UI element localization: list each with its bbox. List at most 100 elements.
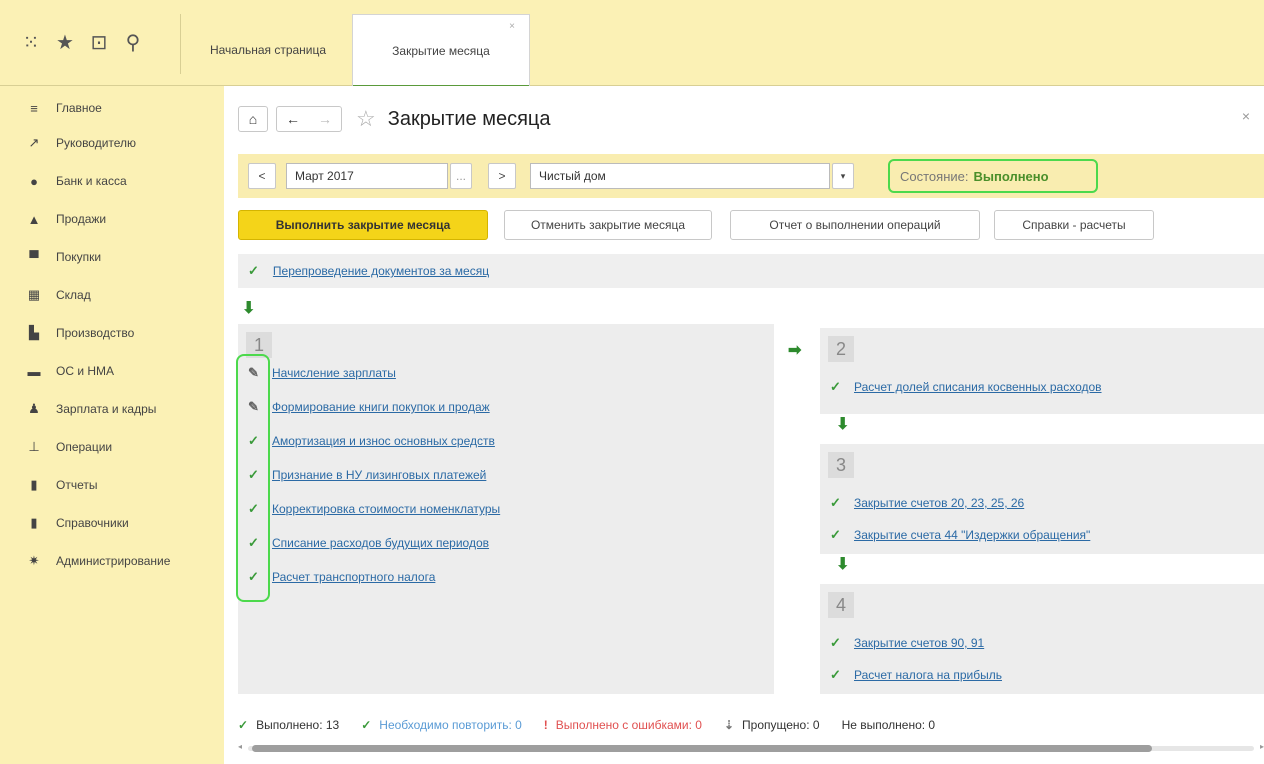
sidebar-item-directories[interactable]: ▮ Справочники: [0, 504, 224, 542]
history-icon[interactable]: ⊡: [82, 30, 116, 55]
check-icon: ✓: [238, 718, 249, 732]
check-icon: ✓: [830, 667, 841, 682]
list-item: ✎ Начисление зарплаты: [248, 362, 396, 384]
operation-link[interactable]: Амортизация и износ основных средств: [272, 434, 495, 448]
page-title: Закрытие месяца: [387, 107, 551, 130]
tab-home[interactable]: Начальная страница: [188, 14, 348, 86]
month-field[interactable]: Март 2017: [286, 163, 448, 189]
coin-icon: ●: [30, 173, 38, 189]
forward-button[interactable]: →: [309, 107, 341, 131]
sidebar-item-label: Операции: [56, 440, 113, 454]
state-label: Состояние:: [900, 168, 969, 184]
arrow-down-icon: ⇣: [723, 718, 735, 732]
factory-icon: ▙: [29, 325, 39, 340]
run-closing-button[interactable]: Выполнить закрытие месяца: [238, 210, 488, 240]
sidebar-item-label: Справочники: [56, 516, 129, 530]
highlight-ring: [236, 354, 270, 602]
search-icon[interactable]: ⚲: [116, 30, 150, 55]
sidebar-item-label: Зарплата и кадры: [56, 402, 157, 416]
sidebar-item-production[interactable]: ▙ Производство: [0, 314, 224, 352]
operation-link[interactable]: Расчет долей списания косвенных расходов: [854, 380, 1102, 394]
sidebar-item-assets[interactable]: ▬ ОС и НМА: [0, 352, 224, 390]
sidebar-item-label: Покупки: [56, 250, 102, 264]
month-picker-button[interactable]: ...: [450, 163, 472, 189]
trend-icon: ↗: [28, 135, 40, 150]
period-bar: < Март 2017 ... > Чистый дом ▾ Состояние…: [238, 154, 1264, 198]
redo-documents-link[interactable]: Перепроведение документов за месяц: [273, 264, 489, 278]
status-not-done-text: Не выполнено: 0: [841, 718, 936, 732]
check-icon: ✓: [830, 527, 841, 542]
operation-link[interactable]: Признание в НУ лизинговых платежей: [272, 468, 486, 482]
cart-icon: ▀: [29, 249, 39, 265]
operations-report-button[interactable]: Отчет о выполнении операций: [730, 210, 980, 240]
check-icon: ✓: [361, 718, 372, 732]
operation-link[interactable]: Расчет налога на прибыль: [854, 668, 1002, 682]
tab-home-label: Начальная страница: [209, 43, 327, 57]
operation-link[interactable]: Формирование книги покупок и продаж: [272, 400, 490, 414]
gear-icon: ✷: [28, 553, 40, 568]
next-month-button[interactable]: >: [488, 163, 516, 189]
scroll-right-icon[interactable]: ▸: [1260, 742, 1264, 751]
scroll-left-icon[interactable]: ◂: [238, 742, 242, 751]
list-item: ✎ Формирование книги покупок и продаж: [248, 396, 490, 418]
sidebar-item-reports[interactable]: ▮ Отчеты: [0, 466, 224, 504]
scroll-thumb[interactable]: [252, 745, 1152, 752]
apps-grid-icon[interactable]: ⁙: [14, 30, 48, 55]
favorite-star-icon[interactable]: ☆: [356, 106, 376, 132]
chevron-down-icon[interactable]: ▾: [832, 163, 854, 189]
cancel-closing-button[interactable]: Отменить закрытие месяца: [504, 210, 712, 240]
list-item: ✓ Корректировка стоимости номенклатуры: [248, 498, 500, 520]
back-button[interactable]: ←: [277, 107, 309, 131]
history-nav: ← →: [276, 106, 342, 132]
sidebar-item-warehouse[interactable]: ▦ Склад: [0, 276, 224, 314]
sidebar-item-bank[interactable]: ● Банк и касса: [0, 162, 224, 200]
tab-close-icon[interactable]: ×: [509, 21, 515, 32]
sidebar-item-admin[interactable]: ✷ Администрирование: [0, 542, 224, 580]
organization-select[interactable]: Чистый дом: [530, 163, 830, 189]
operation-link[interactable]: Закрытие счетов 20, 23, 25, 26: [854, 496, 1024, 510]
stage-block-4: 4 ✓ Закрытие счетов 90, 91 ✓ Расчет налога…: [820, 584, 1264, 694]
arrow-down-icon: ⬇: [242, 300, 256, 317]
sidebar-item-manager[interactable]: ↗ Руководителю: [0, 124, 224, 162]
sidebar-item-sales[interactable]: ▲ Продажи: [0, 200, 224, 238]
stage-block-1: 1 ✎ Начисление зарплаты ✎ Формирование кни…: [238, 324, 774, 694]
arrow-right-icon: ➡: [788, 342, 802, 359]
operation-link[interactable]: Расчет транспортного налога: [272, 570, 435, 584]
bar-chart-icon: ▮: [30, 477, 38, 492]
operation-link[interactable]: Корректировка стоимости номенклатуры: [272, 502, 500, 516]
list-item: ✓ Расчет налога на прибыль: [830, 664, 1002, 686]
operation-link[interactable]: Закрытие счетов 90, 91: [854, 636, 984, 650]
tab-month-closing[interactable]: Закрытие месяца ×: [352, 14, 530, 88]
horizontal-scrollbar[interactable]: ◂ ▸: [238, 742, 1264, 754]
list-item: ✓ Закрытие счетов 20, 23, 25, 26: [830, 492, 1024, 514]
error-icon: !: [543, 718, 548, 732]
sidebar-item-label: Банк и касса: [56, 174, 127, 188]
home-button[interactable]: ⌂: [238, 106, 268, 132]
check-icon: ✓: [248, 263, 259, 278]
sidebar-item-operations[interactable]: ⊥ Операции: [0, 428, 224, 466]
sidebar-item-label: Продажи: [56, 212, 107, 226]
main-panel: ⌂ ← → ☆ Закрытие месяца × < Март 2017 ..…: [224, 86, 1264, 764]
prev-month-button[interactable]: <: [248, 163, 276, 189]
sidebar-item-purchases[interactable]: ▀ Покупки: [0, 238, 224, 276]
warehouse-icon: ▦: [27, 287, 41, 302]
arrow-down-icon: ⬇: [836, 416, 850, 433]
home-icon: ⌂: [248, 111, 258, 127]
sidebar-item-label: Администрирование: [56, 554, 171, 568]
stage-block-2: 2 ✓ Расчет долей списания косвенных расхо…: [820, 328, 1264, 414]
calculations-button[interactable]: Справки - расчеты: [994, 210, 1154, 240]
stage-number: 2: [828, 336, 854, 362]
operations-icon: ⊥: [28, 439, 40, 454]
status-errors: ! Выполнено с ошибками: 0: [544, 718, 702, 732]
operation-link[interactable]: Закрытие счета 44 "Издержки обращения": [854, 528, 1090, 542]
check-icon: ✓: [830, 635, 841, 650]
sidebar-item-main[interactable]: ≡ Главное: [0, 92, 224, 124]
stage-number: 3: [828, 452, 854, 478]
sidebar-item-payroll[interactable]: ♟ Зарплата и кадры: [0, 390, 224, 428]
arrow-down-icon: ⬇: [836, 556, 850, 573]
operation-link[interactable]: Начисление зарплаты: [272, 366, 396, 380]
close-icon[interactable]: ×: [1242, 108, 1250, 124]
operation-link[interactable]: Списание расходов будущих периодов: [272, 536, 489, 550]
star-icon[interactable]: ★: [48, 30, 82, 55]
title-row: ⌂ ← → ☆ Закрытие месяца: [238, 104, 550, 134]
